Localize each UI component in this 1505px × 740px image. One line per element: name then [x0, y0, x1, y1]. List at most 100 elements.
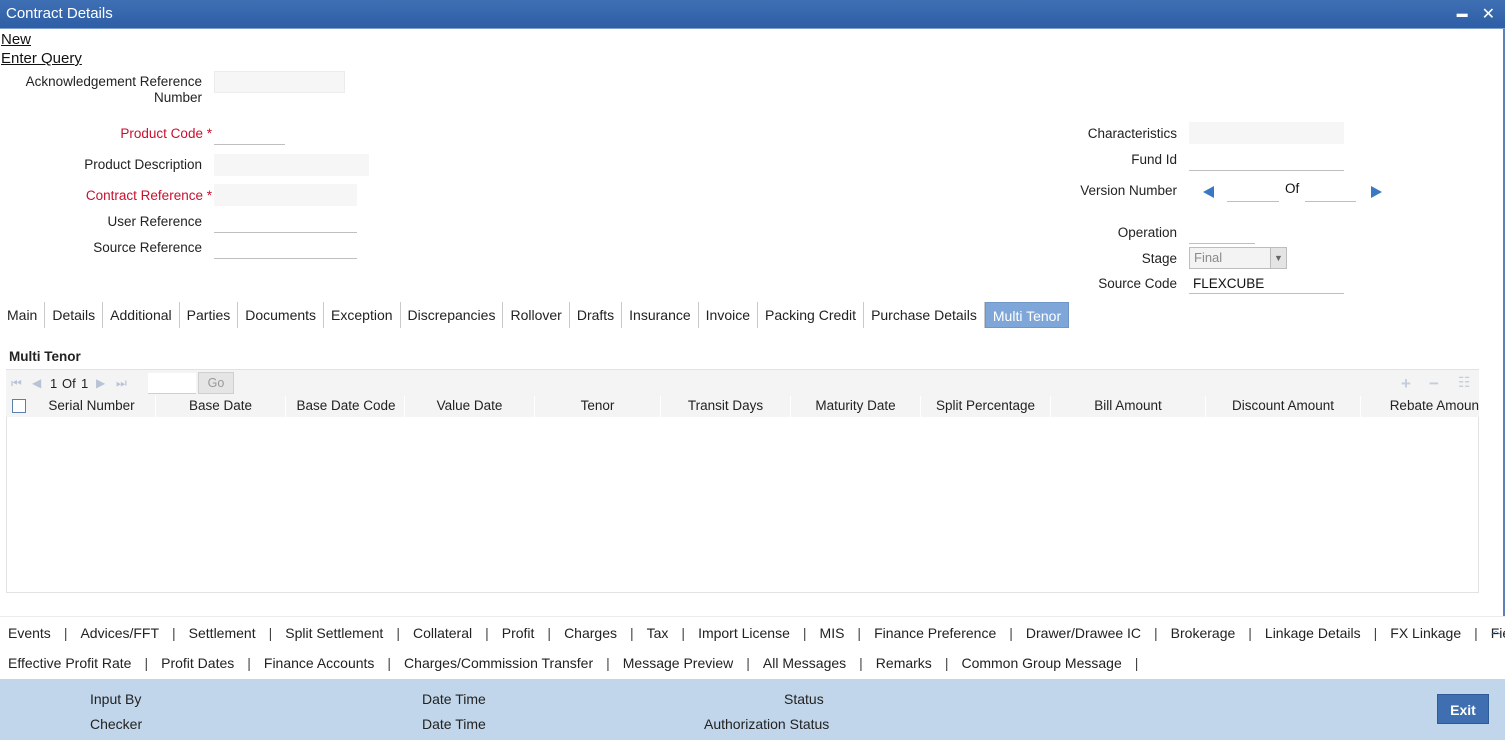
link-separator: | [144, 655, 149, 671]
column-header: Serial Number [28, 396, 156, 417]
link-fx-linkage[interactable]: FX Linkage [1390, 625, 1461, 641]
new-link[interactable]: New [1, 31, 31, 48]
link-separator: | [485, 625, 489, 641]
link-charges[interactable]: Charges [564, 625, 617, 641]
link-separator: | [387, 655, 392, 671]
product-description-field[interactable] [214, 154, 369, 176]
next-page-icon[interactable]: ▶ [96, 376, 105, 390]
user-reference-field[interactable] [214, 211, 357, 233]
link-separator: | [547, 625, 552, 641]
link-separator: | [1134, 655, 1139, 671]
delete-row-icon[interactable]: − [1429, 374, 1439, 394]
minimize-icon[interactable]: ▬ [1457, 9, 1468, 20]
stage-value: Final [1194, 250, 1223, 265]
link-settlement[interactable]: Settlement [189, 625, 256, 641]
tab-drafts[interactable]: Drafts [570, 302, 623, 328]
tab-insurance[interactable]: Insurance [622, 302, 699, 328]
tab-multi-tenor[interactable]: Multi Tenor [984, 302, 1070, 328]
link-split-settlement[interactable]: Split Settlement [285, 625, 383, 641]
link-profit[interactable]: Profit [502, 625, 535, 641]
bottom-links-row2: Effective Profit Rate | Profit Dates | Finan… [8, 655, 1151, 671]
tab-main[interactable]: Main [0, 302, 46, 328]
tab-parties[interactable]: Parties [180, 302, 239, 328]
link-common-group-message[interactable]: Common Group Message [961, 655, 1121, 671]
section-title: Multi Tenor [9, 349, 81, 364]
column-header: Rebate Amoun [1389, 398, 1479, 413]
link-all-messages[interactable]: All Messages [763, 655, 846, 671]
scroll-up-icon[interactable]: ︿ [1491, 622, 1501, 637]
contract-reference-field[interactable] [214, 184, 357, 206]
go-button[interactable]: Go [198, 372, 234, 394]
stage-select[interactable]: Final ▼ [1189, 247, 1287, 269]
add-row-icon[interactable]: + [1401, 374, 1411, 394]
window-title: Contract Details [6, 5, 113, 22]
link-tax[interactable]: Tax [647, 625, 669, 641]
stage-label: Stage [1141, 251, 1177, 266]
operation-label: Operation [1117, 225, 1177, 240]
single-view-icon[interactable]: ☷ [1458, 374, 1471, 391]
enter-query-link[interactable]: Enter Query [1, 50, 82, 67]
tab-documents[interactable]: Documents [238, 302, 325, 328]
characteristics-field[interactable] [1189, 122, 1344, 144]
operation-field[interactable] [1189, 222, 1255, 244]
link-drawer-drawee-ic[interactable]: Drawer/Drawee IC [1026, 625, 1141, 641]
link-events[interactable]: Events [8, 625, 51, 641]
link-collateral[interactable]: Collateral [413, 625, 472, 641]
link-separator: | [859, 655, 863, 671]
tab-purchase-details[interactable]: Purchase Details [864, 302, 985, 328]
last-page-icon[interactable]: ⏭ [116, 376, 127, 391]
ack-ref-field[interactable] [214, 71, 345, 93]
required-star: * [206, 188, 212, 203]
link-brokerage[interactable]: Brokerage [1171, 625, 1236, 641]
contract-reference-label: Contract Reference * [20, 188, 212, 203]
version-number-field[interactable] [1227, 180, 1279, 202]
tab-rollover[interactable]: Rollover [503, 302, 570, 328]
previous-page-icon[interactable]: ◀ [32, 376, 41, 390]
column-header: Tenor [535, 396, 661, 417]
tab-exception[interactable]: Exception [324, 302, 401, 328]
link-advices-fft[interactable]: Advices/FFT [80, 625, 159, 641]
link-remarks[interactable]: Remarks [876, 655, 932, 671]
tab-packing-credit[interactable]: Packing Credit [758, 302, 865, 328]
date-time-label: Date Time [422, 691, 486, 707]
source-reference-field[interactable] [214, 237, 357, 259]
link-finance-preference[interactable]: Finance Preference [874, 625, 996, 641]
fund-id-field[interactable] [1189, 149, 1344, 171]
next-version-icon[interactable] [1371, 186, 1382, 198]
product-code-field[interactable] [214, 123, 285, 145]
select-all-checkbox[interactable] [12, 399, 26, 413]
link-mis[interactable]: MIS [820, 625, 845, 641]
checker-date-time-label: Date Time [422, 716, 486, 732]
column-header: Discount Amount [1206, 396, 1361, 417]
close-icon[interactable]: ✕ [1482, 6, 1495, 23]
link-charges-commission-transfer[interactable]: Charges/Commission Transfer [404, 655, 593, 671]
link-separator: | [629, 625, 634, 641]
link-separator: | [681, 625, 686, 641]
tab-details[interactable]: Details [45, 302, 104, 328]
link-separator: | [1474, 625, 1478, 641]
status-label: Status [784, 691, 824, 707]
link-separator: | [1009, 625, 1013, 641]
version-total-field[interactable] [1305, 180, 1356, 202]
tab-invoice[interactable]: Invoice [699, 302, 759, 328]
tab-additional[interactable]: Additional [103, 302, 180, 328]
tab-discrepancies[interactable]: Discrepancies [401, 302, 504, 328]
page-number-input[interactable] [148, 373, 196, 394]
previous-version-icon[interactable] [1203, 186, 1214, 198]
link-import-license[interactable]: Import License [698, 625, 790, 641]
first-page-icon[interactable]: ⏮ [11, 376, 22, 391]
column-header: Bill Amount [1051, 396, 1206, 417]
exit-button[interactable]: Exit [1437, 694, 1489, 724]
grid-header: Serial Number Base Date Base Date Code Valu… [6, 396, 1479, 417]
link-message-preview[interactable]: Message Preview [623, 655, 734, 671]
bottom-links-row1: Events | Advices/FFT | Settlement | Split Sett… [8, 625, 1505, 641]
link-finance-accounts[interactable]: Finance Accounts [264, 655, 375, 671]
link-separator: | [857, 625, 862, 641]
link-separator: | [1154, 625, 1158, 641]
link-separator: | [746, 655, 750, 671]
link-profit-dates[interactable]: Profit Dates [161, 655, 234, 671]
tab-strip: Main Details Additional Parties Documents Exc… [0, 302, 1070, 328]
link-linkage-details[interactable]: Linkage Details [1265, 625, 1361, 641]
ack-ref-label-line2: Number [153, 90, 202, 105]
link-effective-profit-rate[interactable]: Effective Profit Rate [8, 655, 131, 671]
